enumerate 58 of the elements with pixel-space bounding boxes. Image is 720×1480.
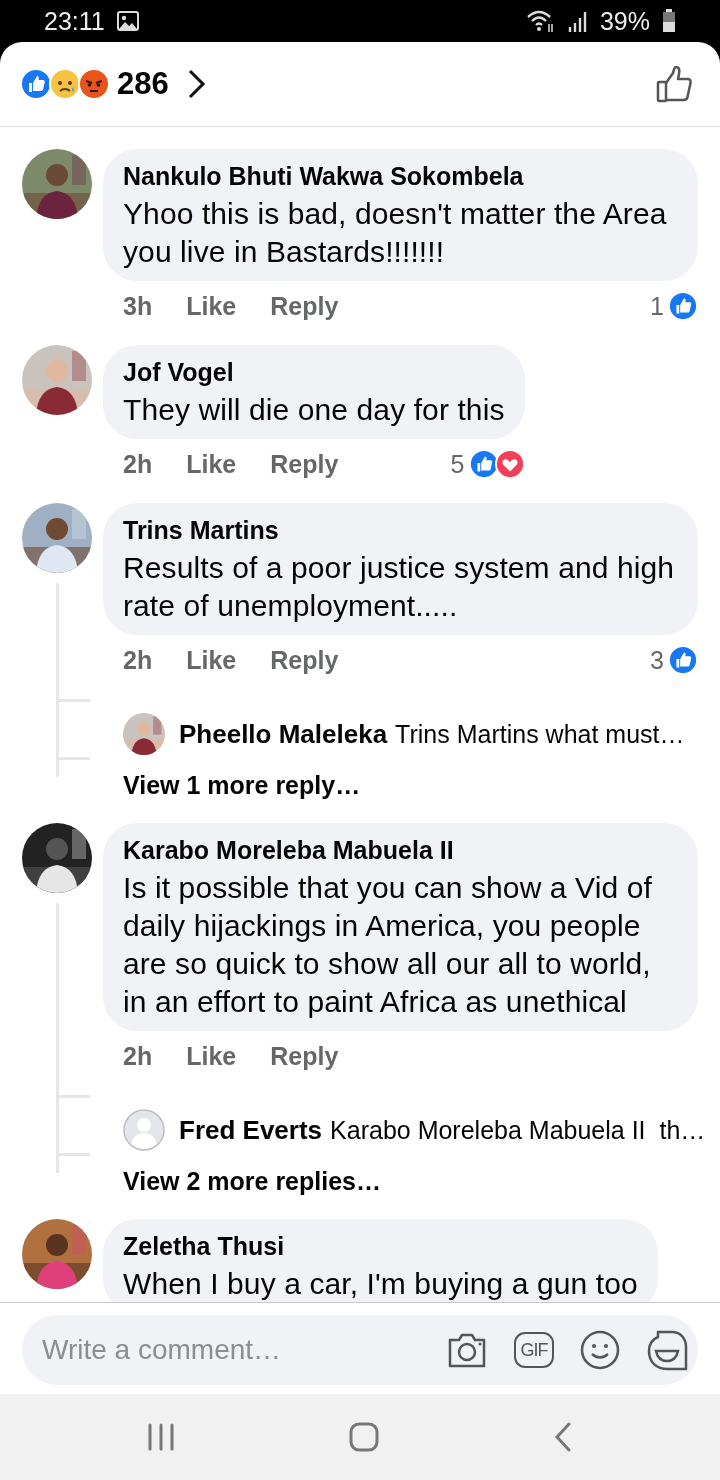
like-link[interactable]: Like xyxy=(186,1041,237,1071)
comment-text: When I buy a car, I'm buying a gun too xyxy=(123,1266,638,1302)
reaction-count[interactable]: 5 xyxy=(450,449,465,479)
reply-link[interactable]: Reply xyxy=(270,645,339,675)
gif-button[interactable]: GIF xyxy=(514,1332,554,1368)
comment-text: They will die one day for this xyxy=(123,392,505,428)
thread-connector xyxy=(56,1095,90,1153)
image-icon xyxy=(116,11,139,31)
comment-field[interactable]: Write a comment… GIF xyxy=(22,1315,698,1385)
chevron-right-icon[interactable] xyxy=(186,68,207,100)
home-icon[interactable] xyxy=(349,1422,379,1452)
comment-text: Yhoo this is bad, doesn't matter the Area you live in Bastards!!!!!!! xyxy=(123,196,668,270)
reaction-count[interactable]: 286 xyxy=(117,66,169,102)
comment-author[interactable]: Nankulo Bhuti Wakwa Sokombela xyxy=(123,157,678,195)
comment-text: Is it possible that you can show a Vid of daily hijackings in America, you people are so quick to show all our all to world, in an effort to paint Africa as unethical xyxy=(123,870,653,1020)
reply-text: Karabo Moreleba Mabuela II th… xyxy=(330,1115,706,1145)
clock-time: 23:11 xyxy=(44,6,105,36)
camera-icon[interactable] xyxy=(446,1331,488,1369)
like-reaction-icon xyxy=(20,68,52,100)
battery-percent: 39% xyxy=(599,6,650,36)
reaction-count[interactable]: 1 xyxy=(650,291,664,321)
sticker-icon[interactable] xyxy=(646,1329,688,1371)
reply-text: Trins Martins what must… xyxy=(395,719,685,749)
back-icon[interactable] xyxy=(553,1422,573,1452)
love-reaction-icon xyxy=(494,449,525,479)
like-reaction-icon xyxy=(668,291,698,321)
sad-reaction-icon xyxy=(49,68,81,100)
like-link[interactable]: Like xyxy=(186,291,237,321)
thread-connector xyxy=(56,699,90,757)
comment-text: Results of a poor justice system and high rate of unemployment..... xyxy=(123,550,676,624)
reply-author[interactable]: Fred Everts xyxy=(179,1114,323,1146)
reply-author[interactable]: Pheello Maleleka xyxy=(179,718,388,750)
comment-author[interactable]: Zeletha Thusi xyxy=(123,1227,638,1265)
reply-link[interactable]: Reply xyxy=(270,291,339,321)
like-reaction-icon xyxy=(668,645,698,675)
angry-reaction-icon xyxy=(78,68,110,100)
like-reaction-icon xyxy=(468,449,499,479)
reaction-count[interactable]: 3 xyxy=(650,645,664,675)
comment-author[interactable]: Trins Martins xyxy=(123,511,678,549)
comment-time: 3h xyxy=(123,291,153,321)
smiley-icon[interactable] xyxy=(580,1330,620,1370)
view-more-replies-link[interactable]: View 2 more replies… xyxy=(123,1167,381,1195)
thumbs-up-icon[interactable] xyxy=(656,65,694,103)
wifi-icon xyxy=(525,8,556,34)
comment-time: 2h xyxy=(123,645,153,675)
reply-link[interactable]: Reply xyxy=(270,1041,339,1071)
comment-time: 2h xyxy=(123,449,153,479)
recent-apps-icon[interactable] xyxy=(147,1423,175,1451)
like-link[interactable]: Like xyxy=(186,449,237,479)
comment-time: 2h xyxy=(123,1041,153,1071)
like-link[interactable]: Like xyxy=(186,645,237,675)
view-more-replies-link[interactable]: View 1 more reply… xyxy=(123,771,361,799)
comment-author[interactable]: Jof Vogel xyxy=(123,353,505,391)
signal-icon xyxy=(567,9,588,33)
comment-author[interactable]: Karabo Moreleba Mabuela II xyxy=(123,831,678,869)
battery-icon xyxy=(662,9,676,33)
reply-link[interactable]: Reply xyxy=(270,449,339,479)
avatar-icon xyxy=(123,1109,165,1151)
